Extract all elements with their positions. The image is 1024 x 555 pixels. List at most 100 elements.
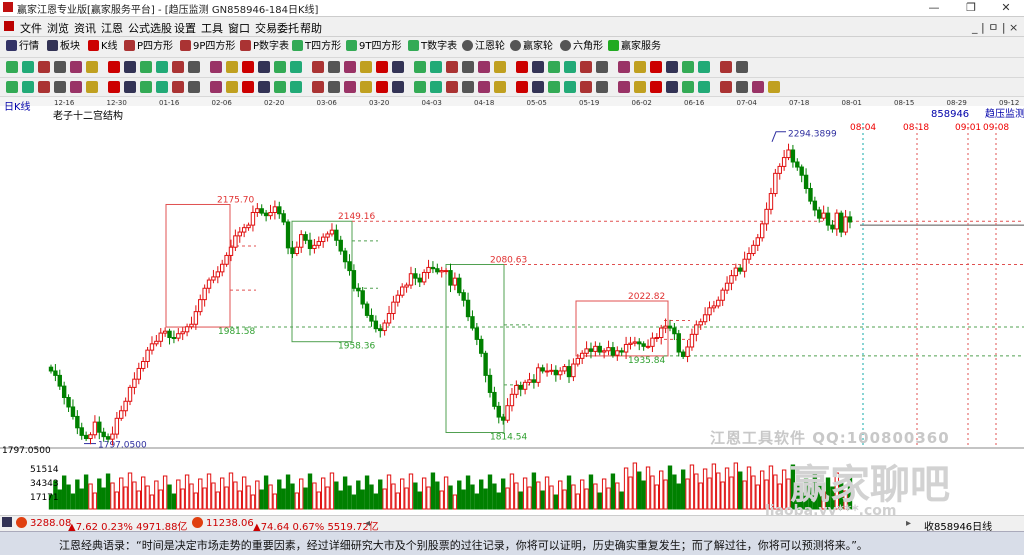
analysis-tool-11-icon[interactable]	[172, 81, 184, 93]
analysis-tool-30-icon[interactable]	[494, 81, 506, 93]
analysis-tool-43-icon[interactable]	[720, 81, 732, 93]
analysis-tool-37-icon[interactable]	[618, 81, 630, 93]
draw-tool-22-icon[interactable]	[360, 61, 372, 73]
draw-tool-1-icon[interactable]	[6, 61, 18, 73]
menu-help[interactable]: 帮助	[300, 20, 322, 36]
analysis-tool-23-icon[interactable]	[376, 81, 388, 93]
draw-tool-33-icon[interactable]	[548, 61, 560, 73]
toolbar-kline[interactable]: K线	[88, 39, 118, 54]
draw-tool-7-icon[interactable]	[108, 61, 120, 73]
analysis-tool-34-icon[interactable]	[564, 81, 576, 93]
app-menu-icon[interactable]	[4, 21, 14, 31]
draw-tool-19-icon[interactable]	[312, 61, 324, 73]
menu-gann[interactable]: 江恩	[101, 20, 123, 36]
analysis-tool-31-icon[interactable]	[516, 81, 528, 93]
analysis-tool-24-icon[interactable]	[392, 81, 404, 93]
analysis-tool-16-icon[interactable]	[258, 81, 270, 93]
draw-tool-8-icon[interactable]	[124, 61, 136, 73]
draw-tool-18-icon[interactable]	[290, 61, 302, 73]
draw-tool-30-icon[interactable]	[494, 61, 506, 73]
draw-tool-2-icon[interactable]	[22, 61, 34, 73]
draw-tool-20-icon[interactable]	[328, 61, 340, 73]
analysis-tool-12-icon[interactable]	[188, 81, 200, 93]
draw-tool-34-icon[interactable]	[564, 61, 576, 73]
toolbar-winner-wheel[interactable]: 赢家轮	[510, 39, 553, 54]
draw-tool-21-icon[interactable]	[344, 61, 356, 73]
analysis-tool-7-icon[interactable]	[108, 81, 120, 93]
analysis-tool-32-icon[interactable]	[532, 81, 544, 93]
menu-trade[interactable]: 交易委托	[255, 20, 299, 36]
draw-tool-24-icon[interactable]	[392, 61, 404, 73]
toolbar-p-table[interactable]: P数字表	[240, 39, 289, 54]
toolbar-p-square[interactable]: P四方形	[124, 39, 173, 54]
analysis-tool-2-icon[interactable]	[22, 81, 34, 93]
toolbar-service[interactable]: 赢家服务	[608, 39, 661, 54]
close-button[interactable]: ✕	[990, 0, 1022, 16]
analysis-tool-9-icon[interactable]	[140, 81, 152, 93]
toolbar-t-square[interactable]: T四方形	[292, 39, 341, 54]
draw-tool-10-icon[interactable]	[156, 61, 168, 73]
analysis-tool-14-icon[interactable]	[226, 81, 238, 93]
analysis-tool-41-icon[interactable]	[682, 81, 694, 93]
draw-tool-39-icon[interactable]	[650, 61, 662, 73]
menu-settings[interactable]: 设置	[174, 20, 196, 36]
analysis-tool-26-icon[interactable]	[430, 81, 442, 93]
draw-tool-41-icon[interactable]	[682, 61, 694, 73]
analysis-tool-42-icon[interactable]	[698, 81, 710, 93]
draw-tool-40-icon[interactable]	[666, 61, 678, 73]
analysis-tool-25-icon[interactable]	[414, 81, 426, 93]
analysis-tool-4-icon[interactable]	[54, 81, 66, 93]
draw-tool-13-icon[interactable]	[210, 61, 222, 73]
draw-tool-44-icon[interactable]	[736, 61, 748, 73]
draw-tool-11-icon[interactable]	[172, 61, 184, 73]
minimize-button[interactable]: —	[918, 0, 950, 16]
menu-info[interactable]: 资讯	[74, 20, 96, 36]
analysis-tool-17-icon[interactable]	[274, 81, 286, 93]
draw-tool-27-icon[interactable]	[446, 61, 458, 73]
draw-tool-43-icon[interactable]	[720, 61, 732, 73]
analysis-tool-40-icon[interactable]	[666, 81, 678, 93]
draw-tool-6-icon[interactable]	[86, 61, 98, 73]
mdi-window-controls[interactable]: _ | ㅁ | ×	[972, 19, 1024, 34]
draw-tool-42-icon[interactable]	[698, 61, 710, 73]
toolbar-gann-wheel[interactable]: 江恩轮	[462, 39, 505, 54]
draw-tool-31-icon[interactable]	[516, 61, 528, 73]
toolbar-quotes[interactable]: 行情	[6, 39, 39, 54]
analysis-tool-46-icon[interactable]	[768, 81, 780, 93]
toolbar-9p-square[interactable]: 9P四方形	[180, 39, 235, 54]
draw-tool-23-icon[interactable]	[376, 61, 388, 73]
analysis-tool-44-icon[interactable]	[736, 81, 748, 93]
analysis-tool-20-icon[interactable]	[328, 81, 340, 93]
draw-tool-37-icon[interactable]	[618, 61, 630, 73]
toolbar-sectors[interactable]: 板块	[47, 39, 80, 54]
menu-file[interactable]: 文件	[20, 20, 42, 36]
analysis-tool-8-icon[interactable]	[124, 81, 136, 93]
draw-tool-12-icon[interactable]	[188, 61, 200, 73]
index-grid-icon[interactable]	[2, 517, 12, 527]
draw-tool-35-icon[interactable]	[580, 61, 592, 73]
analysis-tool-21-icon[interactable]	[344, 81, 356, 93]
analysis-tool-18-icon[interactable]	[290, 81, 302, 93]
analysis-tool-22-icon[interactable]	[360, 81, 372, 93]
analysis-tool-13-icon[interactable]	[210, 81, 222, 93]
draw-tool-29-icon[interactable]	[478, 61, 490, 73]
analysis-tool-5-icon[interactable]	[70, 81, 82, 93]
analysis-tool-39-icon[interactable]	[650, 81, 662, 93]
analysis-tool-28-icon[interactable]	[462, 81, 474, 93]
scroll-left-icon[interactable]: ◂	[365, 518, 370, 529]
toolbar-t-table[interactable]: T数字表	[408, 39, 457, 54]
analysis-tool-35-icon[interactable]	[580, 81, 592, 93]
analysis-tool-36-icon[interactable]	[596, 81, 608, 93]
draw-tool-38-icon[interactable]	[634, 61, 646, 73]
draw-tool-15-icon[interactable]	[242, 61, 254, 73]
draw-tool-36-icon[interactable]	[596, 61, 608, 73]
scroll-right-icon[interactable]: ▸	[906, 518, 911, 529]
analysis-tool-45-icon[interactable]	[752, 81, 764, 93]
toolbar-hexagon[interactable]: 六角形	[560, 39, 603, 54]
draw-tool-26-icon[interactable]	[430, 61, 442, 73]
menu-browse[interactable]: 浏览	[47, 20, 69, 36]
draw-tool-9-icon[interactable]	[140, 61, 152, 73]
toolbar-9t-square[interactable]: 9T四方形	[346, 39, 401, 54]
draw-tool-3-icon[interactable]	[38, 61, 50, 73]
draw-tool-5-icon[interactable]	[70, 61, 82, 73]
